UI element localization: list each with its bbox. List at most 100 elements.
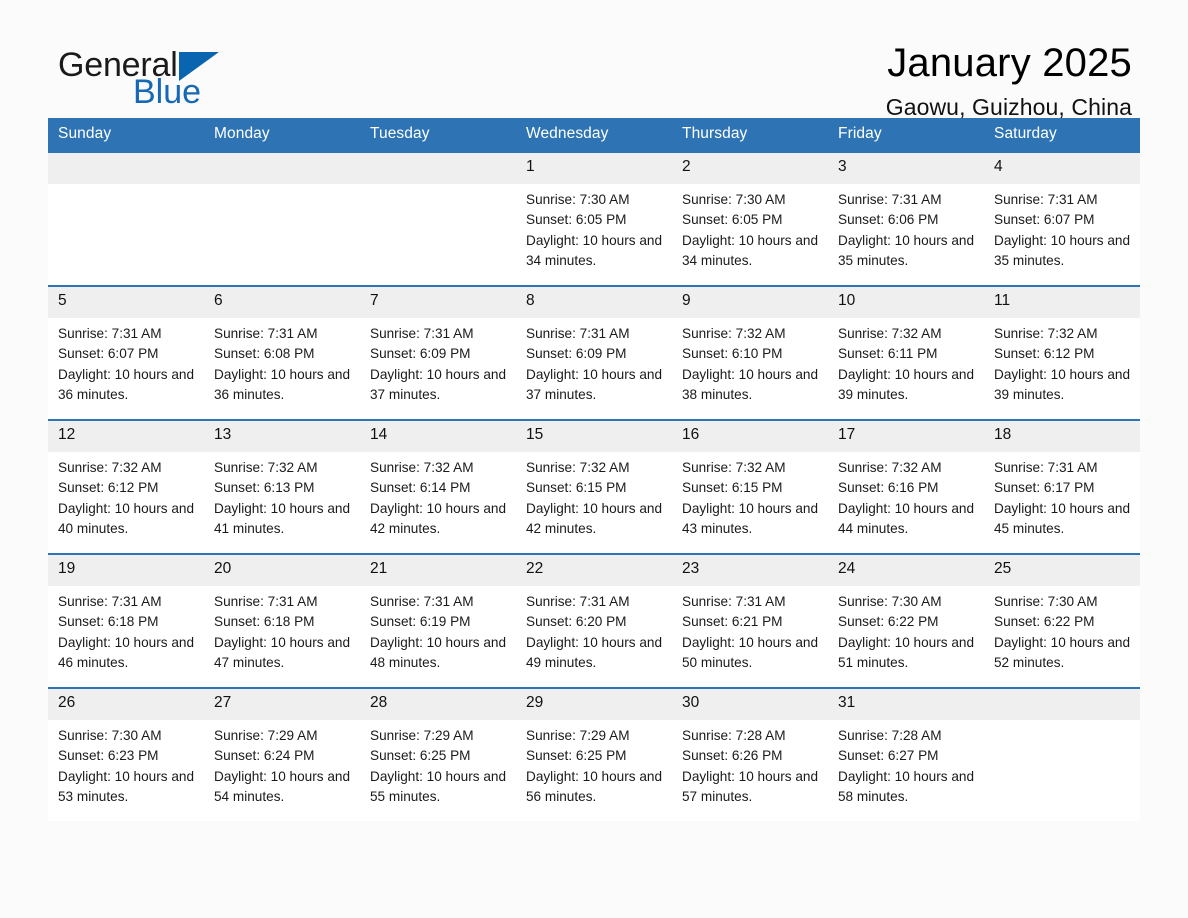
daylight-text: Daylight: 10 hours and 34 minutes. (682, 232, 819, 268)
calendar-day-cell-empty (204, 151, 360, 286)
day-number: 11 (984, 287, 1140, 318)
calendar-day-cell[interactable]: 28 Sunrise: 7:29 AM Sunset: 6:25 PM Dayligh… (360, 687, 516, 821)
day-details: Sunrise: 7:31 AM Sunset: 6:18 PM Daylight:… (204, 586, 360, 673)
day-number: 16 (672, 421, 828, 452)
day-cell-inner: 1 Sunrise: 7:30 AM Sunset: 6:05 PM Daylight… (516, 153, 672, 285)
day-cell-inner: 8 Sunrise: 7:31 AM Sunset: 6:09 PM Daylight… (516, 287, 672, 419)
day-number: 29 (516, 689, 672, 720)
day-details: Sunrise: 7:28 AM Sunset: 6:26 PM Daylight:… (672, 720, 828, 807)
day-number: 12 (48, 421, 204, 452)
calendar-day-cell[interactable]: 29 Sunrise: 7:29 AM Sunset: 6:25 PM Dayligh… (516, 687, 672, 821)
day-cell-inner (48, 153, 204, 285)
calendar-day-cell[interactable]: 14 Sunrise: 7:32 AM Sunset: 6:14 PM Dayligh… (360, 419, 516, 554)
calendar-day-cell[interactable]: 16 Sunrise: 7:32 AM Sunset: 6:15 PM Dayligh… (672, 419, 828, 554)
sunset-text: Sunset: 6:27 PM (838, 748, 939, 764)
daylight-text: Daylight: 10 hours and 39 minutes. (994, 366, 1131, 402)
sunrise-text: Sunrise: 7:30 AM (682, 192, 786, 207)
calendar-day-cell[interactable]: 22 Sunrise: 7:31 AM Sunset: 6:20 PM Dayligh… (516, 553, 672, 688)
calendar-day-cell[interactable]: 31 Sunrise: 7:28 AM Sunset: 6:27 PM Dayligh… (828, 687, 984, 821)
sunset-text: Sunset: 6:12 PM (58, 480, 159, 496)
sunset-text: Sunset: 6:15 PM (682, 480, 783, 496)
calendar-day-cell[interactable]: 4 Sunrise: 7:31 AM Sunset: 6:07 PM Daylight… (984, 151, 1140, 286)
calendar-day-cell[interactable]: 8 Sunrise: 7:31 AM Sunset: 6:09 PM Daylight… (516, 285, 672, 420)
sunset-text: Sunset: 6:11 PM (838, 346, 938, 362)
calendar-day-cell[interactable]: 3 Sunrise: 7:31 AM Sunset: 6:06 PM Daylight… (828, 151, 984, 286)
weekday-header-tuesday: Tuesday (360, 118, 516, 152)
calendar-day-cell[interactable]: 23 Sunrise: 7:31 AM Sunset: 6:21 PM Dayligh… (672, 553, 828, 688)
calendar-day-cell[interactable]: 12 Sunrise: 7:32 AM Sunset: 6:12 PM Dayligh… (48, 419, 204, 554)
day-number (360, 153, 516, 184)
day-number: 13 (204, 421, 360, 452)
daylight-text: Daylight: 10 hours and 57 minutes. (682, 768, 819, 804)
day-number: 4 (984, 153, 1140, 184)
sunrise-text: Sunrise: 7:30 AM (526, 192, 630, 207)
weekday-header-friday: Friday (828, 118, 984, 152)
weekday-header-monday: Monday (204, 118, 360, 152)
day-number: 31 (828, 689, 984, 720)
day-cell-inner (360, 153, 516, 285)
sunset-text: Sunset: 6:22 PM (994, 614, 1095, 630)
daylight-text: Daylight: 10 hours and 41 minutes. (214, 500, 351, 536)
calendar-day-cell[interactable]: 19 Sunrise: 7:31 AM Sunset: 6:18 PM Dayligh… (48, 553, 204, 688)
sunrise-text: Sunrise: 7:32 AM (526, 460, 630, 475)
calendar-day-cell-empty (360, 151, 516, 286)
sunset-text: Sunset: 6:19 PM (370, 614, 471, 630)
sunset-text: Sunset: 6:21 PM (682, 614, 783, 630)
calendar-header-row: Sunday Monday Tuesday Wednesday Thursday Frid… (48, 118, 1140, 152)
sunrise-text: Sunrise: 7:31 AM (58, 326, 162, 341)
calendar-day-cell[interactable]: 11 Sunrise: 7:32 AM Sunset: 6:12 PM Dayligh… (984, 285, 1140, 420)
day-details: Sunrise: 7:32 AM Sunset: 6:13 PM Daylight:… (204, 452, 360, 539)
day-cell-inner: 27 Sunrise: 7:29 AM Sunset: 6:24 PM Dayligh… (204, 689, 360, 821)
day-cell-inner: 6 Sunrise: 7:31 AM Sunset: 6:08 PM Daylight… (204, 287, 360, 419)
day-number: 25 (984, 555, 1140, 586)
sunrise-text: Sunrise: 7:31 AM (682, 594, 786, 609)
general-blue-logo[interactable]: General Blue (58, 48, 219, 109)
day-details: Sunrise: 7:30 AM Sunset: 6:23 PM Daylight:… (48, 720, 204, 807)
calendar-day-cell[interactable]: 30 Sunrise: 7:28 AM Sunset: 6:26 PM Dayligh… (672, 687, 828, 821)
calendar-day-cell[interactable]: 21 Sunrise: 7:31 AM Sunset: 6:19 PM Dayligh… (360, 553, 516, 688)
calendar-day-cell[interactable]: 27 Sunrise: 7:29 AM Sunset: 6:24 PM Dayligh… (204, 687, 360, 821)
calendar-week-row: 19 Sunrise: 7:31 AM Sunset: 6:18 PM Dayligh… (48, 553, 1140, 688)
calendar-week-row: 26 Sunrise: 7:30 AM Sunset: 6:23 PM Dayligh… (48, 687, 1140, 821)
calendar-day-cell[interactable]: 1 Sunrise: 7:30 AM Sunset: 6:05 PM Daylight… (516, 151, 672, 286)
daylight-text: Daylight: 10 hours and 37 minutes. (526, 366, 663, 402)
day-details: Sunrise: 7:32 AM Sunset: 6:14 PM Daylight:… (360, 452, 516, 539)
calendar-day-cell[interactable]: 20 Sunrise: 7:31 AM Sunset: 6:18 PM Dayligh… (204, 553, 360, 688)
daylight-text: Daylight: 10 hours and 50 minutes. (682, 634, 819, 670)
sunset-text: Sunset: 6:13 PM (214, 480, 315, 496)
calendar-day-cell[interactable]: 15 Sunrise: 7:32 AM Sunset: 6:15 PM Dayligh… (516, 419, 672, 554)
day-number: 30 (672, 689, 828, 720)
calendar-day-cell[interactable]: 5 Sunrise: 7:31 AM Sunset: 6:07 PM Daylight… (48, 285, 204, 420)
day-cell-inner: 20 Sunrise: 7:31 AM Sunset: 6:18 PM Dayligh… (204, 555, 360, 687)
calendar-day-cell[interactable]: 13 Sunrise: 7:32 AM Sunset: 6:13 PM Dayligh… (204, 419, 360, 554)
day-cell-inner: 16 Sunrise: 7:32 AM Sunset: 6:15 PM Dayligh… (672, 421, 828, 553)
calendar-day-cell[interactable]: 18 Sunrise: 7:31 AM Sunset: 6:17 PM Dayligh… (984, 419, 1140, 554)
sunset-text: Sunset: 6:18 PM (58, 614, 159, 630)
day-number: 3 (828, 153, 984, 184)
sunset-text: Sunset: 6:15 PM (526, 480, 627, 496)
sunrise-text: Sunrise: 7:31 AM (214, 326, 318, 341)
calendar-day-cell[interactable]: 2 Sunrise: 7:30 AM Sunset: 6:05 PM Daylight… (672, 151, 828, 286)
calendar-day-cell[interactable]: 24 Sunrise: 7:30 AM Sunset: 6:22 PM Dayligh… (828, 553, 984, 688)
daylight-text: Daylight: 10 hours and 51 minutes. (838, 634, 975, 670)
calendar-week-row: 12 Sunrise: 7:32 AM Sunset: 6:12 PM Dayligh… (48, 419, 1140, 554)
calendar-day-cell[interactable]: 17 Sunrise: 7:32 AM Sunset: 6:16 PM Dayligh… (828, 419, 984, 554)
calendar-day-cell[interactable]: 7 Sunrise: 7:31 AM Sunset: 6:09 PM Daylight… (360, 285, 516, 420)
daylight-text: Daylight: 10 hours and 42 minutes. (526, 500, 663, 536)
calendar-day-cell[interactable]: 6 Sunrise: 7:31 AM Sunset: 6:08 PM Daylight… (204, 285, 360, 420)
daylight-text: Daylight: 10 hours and 53 minutes. (58, 768, 195, 804)
daylight-text: Daylight: 10 hours and 43 minutes. (682, 500, 819, 536)
sunrise-text: Sunrise: 7:32 AM (994, 326, 1098, 341)
daylight-text: Daylight: 10 hours and 54 minutes. (214, 768, 351, 804)
daylight-text: Daylight: 10 hours and 46 minutes. (58, 634, 195, 670)
day-cell-inner: 10 Sunrise: 7:32 AM Sunset: 6:11 PM Dayligh… (828, 287, 984, 419)
sunrise-text: Sunrise: 7:32 AM (682, 460, 786, 475)
calendar-day-cell[interactable]: 10 Sunrise: 7:32 AM Sunset: 6:11 PM Dayligh… (828, 285, 984, 420)
sunset-text: Sunset: 6:25 PM (370, 748, 471, 764)
calendar-day-cell[interactable]: 25 Sunrise: 7:30 AM Sunset: 6:22 PM Dayligh… (984, 553, 1140, 688)
day-number: 20 (204, 555, 360, 586)
calendar-day-cell[interactable]: 26 Sunrise: 7:30 AM Sunset: 6:23 PM Dayligh… (48, 687, 204, 821)
calendar-day-cell[interactable]: 9 Sunrise: 7:32 AM Sunset: 6:10 PM Daylight… (672, 285, 828, 420)
sunrise-text: Sunrise: 7:32 AM (682, 326, 786, 341)
day-details: Sunrise: 7:30 AM Sunset: 6:05 PM Daylight:… (516, 184, 672, 271)
